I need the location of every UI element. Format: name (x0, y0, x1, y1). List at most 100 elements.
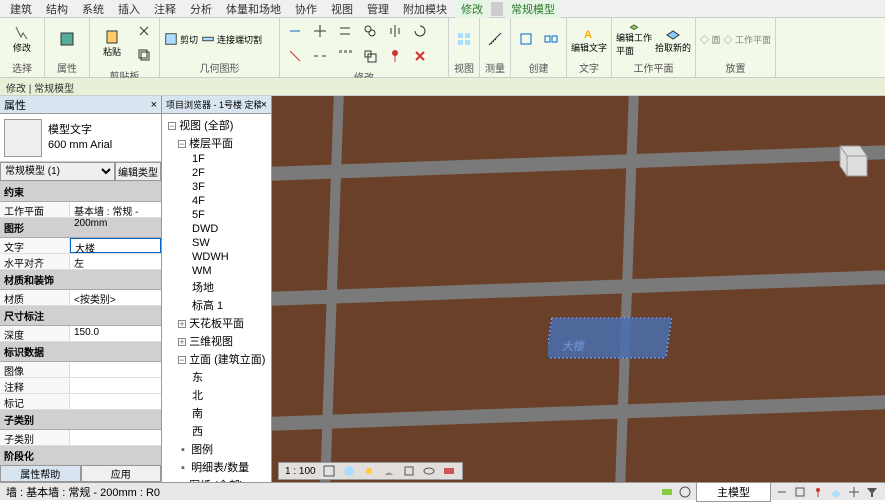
move-button[interactable] (309, 20, 331, 42)
visual-style-icon[interactable] (342, 464, 356, 478)
sun-path-icon[interactable] (362, 464, 376, 478)
cut-geom-button[interactable]: 剪切 (164, 28, 198, 50)
tree-floorplans[interactable]: − 楼层平面 (164, 134, 269, 152)
browser-tree[interactable]: − 视图 (全部) − 楼层平面 1F 2F 3F 4F 5F DWD SW W… (162, 114, 271, 482)
tree-leaf[interactable]: WDWH (164, 250, 269, 264)
status-text: 墙 : 基本墙 : 常规 - 200mm : R0 (6, 484, 160, 500)
tree-root[interactable]: − 视图 (全部) (164, 116, 269, 134)
tree-leaf[interactable]: 3F (164, 180, 269, 194)
select-face-icon[interactable] (829, 485, 843, 499)
svg-text:大楼: 大楼 (562, 339, 587, 353)
3d-viewport[interactable]: 大楼 1 : 100 (272, 96, 885, 482)
tree-leaf[interactable]: 标高 1 (164, 296, 269, 314)
select-links-icon[interactable] (775, 485, 789, 499)
properties-button[interactable] (49, 21, 85, 57)
close-icon[interactable]: × (261, 99, 267, 111)
hide-icon[interactable] (422, 464, 436, 478)
tree-leaf[interactable]: 东 (164, 368, 269, 386)
menu-item[interactable]: 系统 (76, 0, 110, 19)
ribbon-group-select: 修改 选择 (0, 18, 45, 77)
shadows-icon[interactable] (382, 464, 396, 478)
properties-table[interactable]: 约束 工作平面基本墙 : 常规 - 200mm 图形 文字大楼 水平对齐左 材质… (0, 182, 161, 464)
tree-leaf[interactable]: 2F (164, 166, 269, 180)
menu-item[interactable]: 管理 (361, 0, 395, 19)
properties-help-button[interactable]: 属性帮助 (0, 465, 81, 482)
menu-item[interactable]: 协作 (289, 0, 323, 19)
cut-button[interactable] (133, 20, 155, 42)
ribbon-group-place: ◇ 面 ◇ 工作平面 放置 (696, 18, 776, 77)
tree-leaf[interactable]: 北 (164, 386, 269, 404)
ribbon-label: 创建 (515, 58, 562, 75)
type-selector[interactable]: 常规模型 (1) (0, 162, 115, 181)
tree-ceil[interactable]: + 天花板平面 (164, 314, 269, 332)
menu-item[interactable]: 分析 (184, 0, 218, 19)
type-thumbnail (4, 119, 42, 157)
copy-button[interactable] (359, 20, 381, 42)
mirror-button[interactable] (384, 20, 406, 42)
split-button[interactable] (309, 45, 331, 67)
ribbon-label: 测量 (484, 58, 506, 75)
view-button[interactable] (453, 28, 475, 50)
main-model-label[interactable]: 主模型 (696, 482, 771, 502)
create-button[interactable] (515, 28, 537, 50)
type-preview: 模型文字 600 mm Arial (0, 114, 161, 162)
tree-legend[interactable]: ▪ 图例 (164, 440, 269, 458)
rotate-button[interactable] (409, 20, 431, 42)
tree-leaf[interactable]: 5F (164, 208, 269, 222)
menu-item[interactable]: 建筑 (4, 0, 38, 19)
select-underlay-icon[interactable] (793, 485, 807, 499)
offset-button[interactable] (334, 20, 356, 42)
worksets-icon[interactable] (660, 485, 674, 499)
selected-model-text[interactable]: 大楼 (548, 308, 678, 368)
menu-item[interactable]: 注释 (148, 0, 182, 19)
join-cut-button[interactable]: 连接端切割 (201, 28, 262, 50)
modify-context-bar: 修改 | 常规模型 (0, 78, 885, 96)
tree-3d[interactable]: + 三维视图 (164, 332, 269, 350)
tree-elev[interactable]: − 立面 (建筑立面) (164, 350, 269, 368)
copy-button[interactable] (133, 44, 155, 66)
scale-button[interactable] (359, 45, 381, 67)
tree-leaf[interactable]: SW (164, 236, 269, 250)
menu-item-context[interactable]: 常规模型 (505, 0, 561, 19)
menu-item[interactable]: 体量和场地 (220, 0, 287, 19)
pin-button[interactable] (384, 45, 406, 67)
properties-panel: 属性 × 模型文字 600 mm Arial 常规模型 (1) 编辑类型 约束 … (0, 96, 162, 482)
modify-button[interactable]: 修改 (4, 21, 40, 57)
paste-button[interactable]: 粘贴 (94, 25, 130, 61)
menu-item-modify[interactable]: 修改 (455, 0, 489, 19)
crop-icon[interactable] (402, 464, 416, 478)
tree-leaf[interactable]: 4F (164, 194, 269, 208)
array-button[interactable] (334, 45, 356, 67)
apply-button[interactable]: 应用 (81, 465, 162, 482)
edit-workplane-button[interactable]: 编辑工作平面 (616, 21, 652, 57)
tree-leaf[interactable]: 南 (164, 404, 269, 422)
menu-item[interactable]: 插入 (112, 0, 146, 19)
menu-item[interactable]: 结构 (40, 0, 74, 19)
delete-button[interactable] (409, 45, 431, 67)
tree-sched[interactable]: ▪ 明细表/数量 (164, 458, 269, 476)
tree-leaf[interactable]: 场地 (164, 278, 269, 296)
tree-leaf[interactable]: 1F (164, 152, 269, 166)
reveal-icon[interactable] (442, 464, 456, 478)
design-options-icon[interactable] (678, 485, 692, 499)
detail-level-icon[interactable] (322, 464, 336, 478)
align-button[interactable] (284, 20, 306, 42)
filter-icon[interactable] (865, 485, 879, 499)
close-icon[interactable]: × (151, 99, 157, 111)
viewcube[interactable] (825, 136, 875, 186)
scale-label[interactable]: 1 : 100 (285, 466, 316, 477)
edit-text-button[interactable]: A 编辑文字 (571, 21, 607, 57)
select-pinned-icon[interactable] (811, 485, 825, 499)
trim-button[interactable] (284, 45, 306, 67)
menu-item[interactable]: 视图 (325, 0, 359, 19)
tree-leaf[interactable]: 西 (164, 422, 269, 440)
ribbon-group-workplane: 编辑工作平面 拾取新的 工作平面 (612, 18, 696, 77)
measure-button[interactable] (484, 28, 506, 50)
drag-icon[interactable] (847, 485, 861, 499)
menu-item[interactable]: 附加模块 (397, 0, 453, 19)
create-similar-button[interactable] (540, 28, 562, 50)
tree-leaf[interactable]: DWD (164, 222, 269, 236)
tree-leaf[interactable]: WM (164, 264, 269, 278)
pick-new-button[interactable]: 拾取新的 (655, 21, 691, 57)
edit-type-button[interactable]: 编辑类型 (115, 162, 161, 181)
